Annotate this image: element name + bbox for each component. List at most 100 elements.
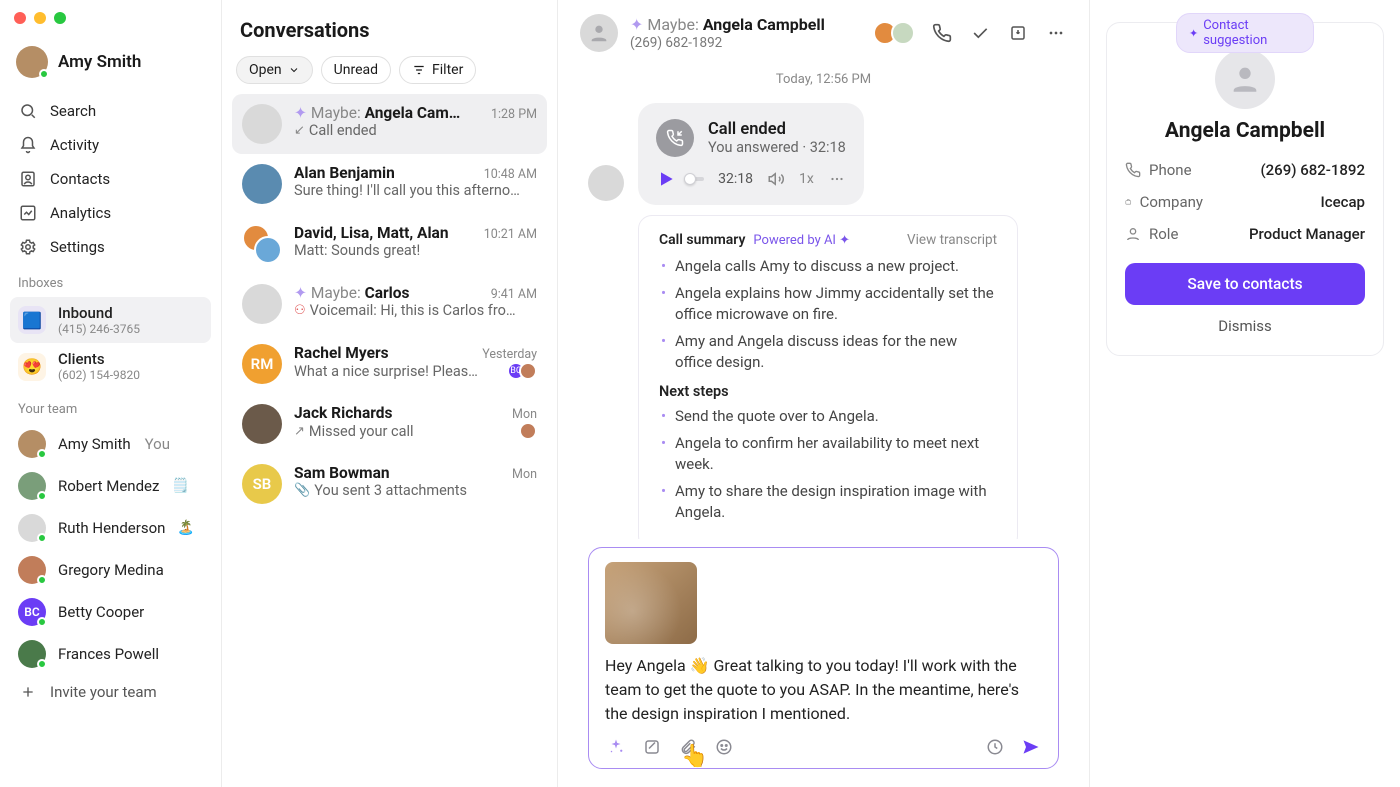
invite-team[interactable]: Invite your team — [10, 675, 211, 709]
more-button[interactable] — [1045, 22, 1067, 44]
nav-label: Analytics — [50, 204, 111, 222]
maximize-window[interactable] — [54, 12, 66, 24]
current-user[interactable]: Amy Smith — [10, 42, 211, 82]
window-controls — [14, 12, 211, 24]
attachment-preview[interactable] — [605, 562, 697, 644]
inbox-clients[interactable]: 😍 Clients (602) 154-9820 — [10, 343, 211, 389]
team-avatar — [18, 514, 46, 542]
player-more[interactable] — [828, 170, 846, 188]
conversations-title: Conversations — [240, 18, 539, 42]
contact-company-row: Company Icecap — [1125, 193, 1365, 211]
team-member[interactable]: BCBetty Cooper — [10, 591, 211, 633]
nav-activity[interactable]: Activity — [10, 128, 211, 162]
conversation-name: ✦ Maybe: Angela Cam… — [294, 104, 460, 122]
call-subtitle: You answered · 32:18 — [708, 139, 846, 156]
conversation-item[interactable]: SBSam BowmanMon📎You sent 3 attachments — [232, 454, 547, 514]
conversation-item[interactable]: RMRachel MyersYesterdayWhat a nice surpr… — [232, 334, 547, 394]
inbox-label: Inbound — [58, 304, 140, 322]
phone-incoming-icon — [656, 119, 694, 157]
filter-label: Filter — [432, 62, 463, 78]
summary-label: Call summary — [659, 232, 745, 248]
filter-button[interactable]: Filter — [399, 56, 476, 84]
contact-company: Icecap — [1321, 193, 1365, 211]
conversation-name: ✦ Maybe: Carlos — [294, 284, 410, 302]
team-name: Ruth Henderson — [58, 519, 165, 537]
play-button[interactable] — [656, 169, 676, 189]
composer-text[interactable]: Hey Angela 👋 Great talking to you today!… — [605, 654, 1042, 726]
next-step: Amy to share the design inspiration imag… — [659, 481, 997, 523]
conversation-name: David, Lisa, Matt, Alan — [294, 224, 449, 242]
team-member[interactable]: Gregory Medina — [10, 549, 211, 591]
participants[interactable] — [873, 21, 915, 45]
team-member[interactable]: Robert Mendez🗒️ — [10, 465, 211, 507]
voicemail-icon: ⚇ — [294, 303, 306, 318]
status-emoji: 🗒️ — [171, 478, 188, 494]
emoji-button[interactable] — [713, 736, 735, 758]
team-name: Frances Powell — [58, 645, 159, 663]
ai-compose-button[interactable] — [605, 736, 627, 758]
group-avatar — [242, 224, 282, 264]
conversation-item[interactable]: Jack RichardsMon↗Missed your call — [232, 394, 547, 454]
call-card: Call ended You answered · 32:18 32:18 1x — [638, 103, 864, 205]
call-button[interactable] — [931, 22, 953, 44]
team-member[interactable]: Ruth Henderson🏝️ — [10, 507, 211, 549]
template-button[interactable] — [641, 736, 663, 758]
team-name: Betty Cooper — [58, 603, 144, 621]
filter-open[interactable]: Open — [236, 56, 313, 84]
section-inboxes: Inboxes — [10, 264, 211, 297]
close-window[interactable] — [14, 12, 26, 24]
nav-label: Activity — [50, 136, 99, 154]
conversation-avatar — [242, 284, 282, 324]
dismiss-button[interactable]: Dismiss — [1125, 305, 1365, 337]
mute-button[interactable] — [767, 170, 785, 188]
audio-player: 32:18 1x — [656, 169, 846, 189]
nav-analytics[interactable]: Analytics — [10, 196, 211, 230]
conversation-item[interactable]: David, Lisa, Matt, Alan10:21 AMMatt: Sou… — [232, 214, 547, 274]
minimize-window[interactable] — [34, 12, 46, 24]
view-transcript[interactable]: View transcript — [907, 232, 997, 248]
nav-settings[interactable]: Settings — [10, 230, 211, 264]
schedule-button[interactable] — [984, 736, 1006, 758]
conversation-name: Alan Benjamin — [294, 164, 395, 182]
chat-pane: ✦ Maybe: Angela Campbell (269) 682-1892 … — [558, 0, 1090, 787]
team-avatar — [18, 640, 46, 668]
conversation-item[interactable]: Alan Benjamin10:48 AMSure thing! I'll ca… — [232, 154, 547, 214]
team-name: Amy Smith — [58, 435, 131, 453]
contact-name: Angela Campbell — [1125, 119, 1365, 143]
summary-bullet: Angela calls Amy to discuss a new projec… — [659, 256, 997, 277]
conversation-item[interactable]: ✦ Maybe: Carlos9:41 AM⚇Voicemail: Hi, th… — [232, 274, 547, 334]
conversation-item[interactable]: ✦ Maybe: Angela Cam…1:28 PM↙Call ended — [232, 94, 547, 154]
nav-contacts[interactable]: Contacts — [10, 162, 211, 196]
conversation-avatar — [242, 104, 282, 144]
team-member[interactable]: Amy SmithYou — [10, 423, 211, 465]
call-title: Call ended — [708, 120, 846, 139]
conversation-time: Mon — [512, 467, 537, 482]
team-member[interactable]: Frances Powell — [10, 633, 211, 675]
send-button[interactable] — [1020, 736, 1042, 758]
contact-role: Product Manager — [1249, 225, 1365, 243]
conversation-avatar — [242, 164, 282, 204]
filter-unread[interactable]: Unread — [321, 56, 391, 84]
mark-done-button[interactable] — [969, 22, 991, 44]
attach-button[interactable] — [677, 736, 699, 758]
contact-panel: ✦Contact suggestion Angela Campbell Phon… — [1090, 0, 1400, 787]
speed-button[interactable]: 1x — [799, 171, 814, 187]
contact-avatar — [580, 14, 618, 52]
suggestion-chip: ✦Contact suggestion — [1176, 13, 1314, 53]
conversation-preview: ↙Call ended — [294, 122, 537, 139]
archive-button[interactable] — [1007, 22, 1029, 44]
nav-label: Settings — [50, 238, 105, 256]
attachment-icon: 📎 — [294, 483, 310, 498]
contact-phone: (269) 682-1892 — [1260, 161, 1365, 179]
save-contact-button[interactable]: Save to contacts — [1125, 263, 1365, 305]
nav-search[interactable]: Search — [10, 94, 211, 128]
seek-bar[interactable] — [690, 177, 704, 181]
composer: Hey Angela 👋 Great talking to you today!… — [588, 547, 1059, 769]
conversation-avatar: SB — [242, 464, 282, 504]
inbox-phone: (415) 246-3765 — [58, 322, 140, 336]
user-name: Amy Smith — [58, 52, 141, 72]
conversation-time: 10:21 AM — [484, 227, 537, 242]
inbox-label: Clients — [58, 350, 140, 368]
section-team: Your team — [10, 390, 211, 423]
inbox-inbound[interactable]: 🟦 Inbound (415) 246-3765 — [10, 297, 211, 343]
